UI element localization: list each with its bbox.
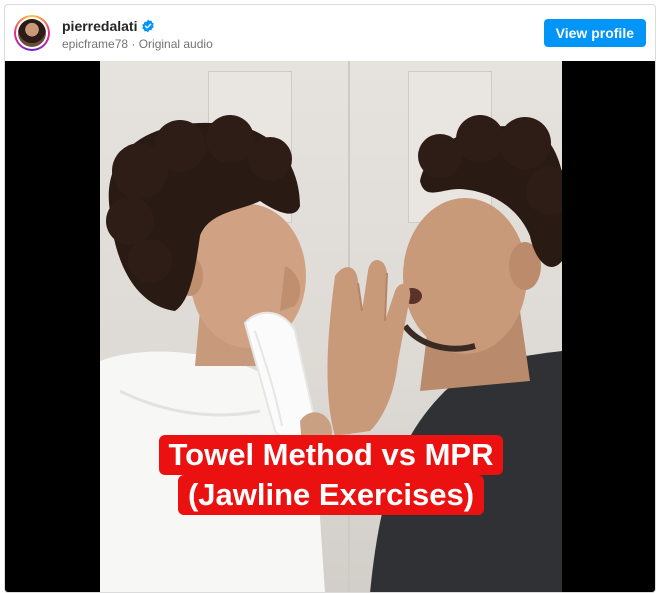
- caption-line-2: (Jawline Exercises): [100, 475, 562, 515]
- username-row: pierredalati: [62, 18, 155, 34]
- avatar[interactable]: [14, 15, 50, 51]
- video-frame[interactable]: Towel Method vs MPR (Jawline Exercises): [100, 61, 562, 592]
- embed-card: pierredalati epicframe78 · Original audi…: [4, 4, 656, 593]
- post-header: pierredalati epicframe78 · Original audi…: [5, 5, 655, 61]
- view-profile-button[interactable]: View profile: [543, 19, 646, 47]
- caption-line-1: Towel Method vs MPR: [100, 435, 562, 475]
- verified-badge-icon: [142, 19, 155, 33]
- video-player[interactable]: Towel Method vs MPR (Jawline Exercises): [5, 61, 655, 592]
- username-link[interactable]: pierredalati: [62, 18, 137, 34]
- audio-subline[interactable]: epicframe78 · Original audio: [62, 37, 213, 51]
